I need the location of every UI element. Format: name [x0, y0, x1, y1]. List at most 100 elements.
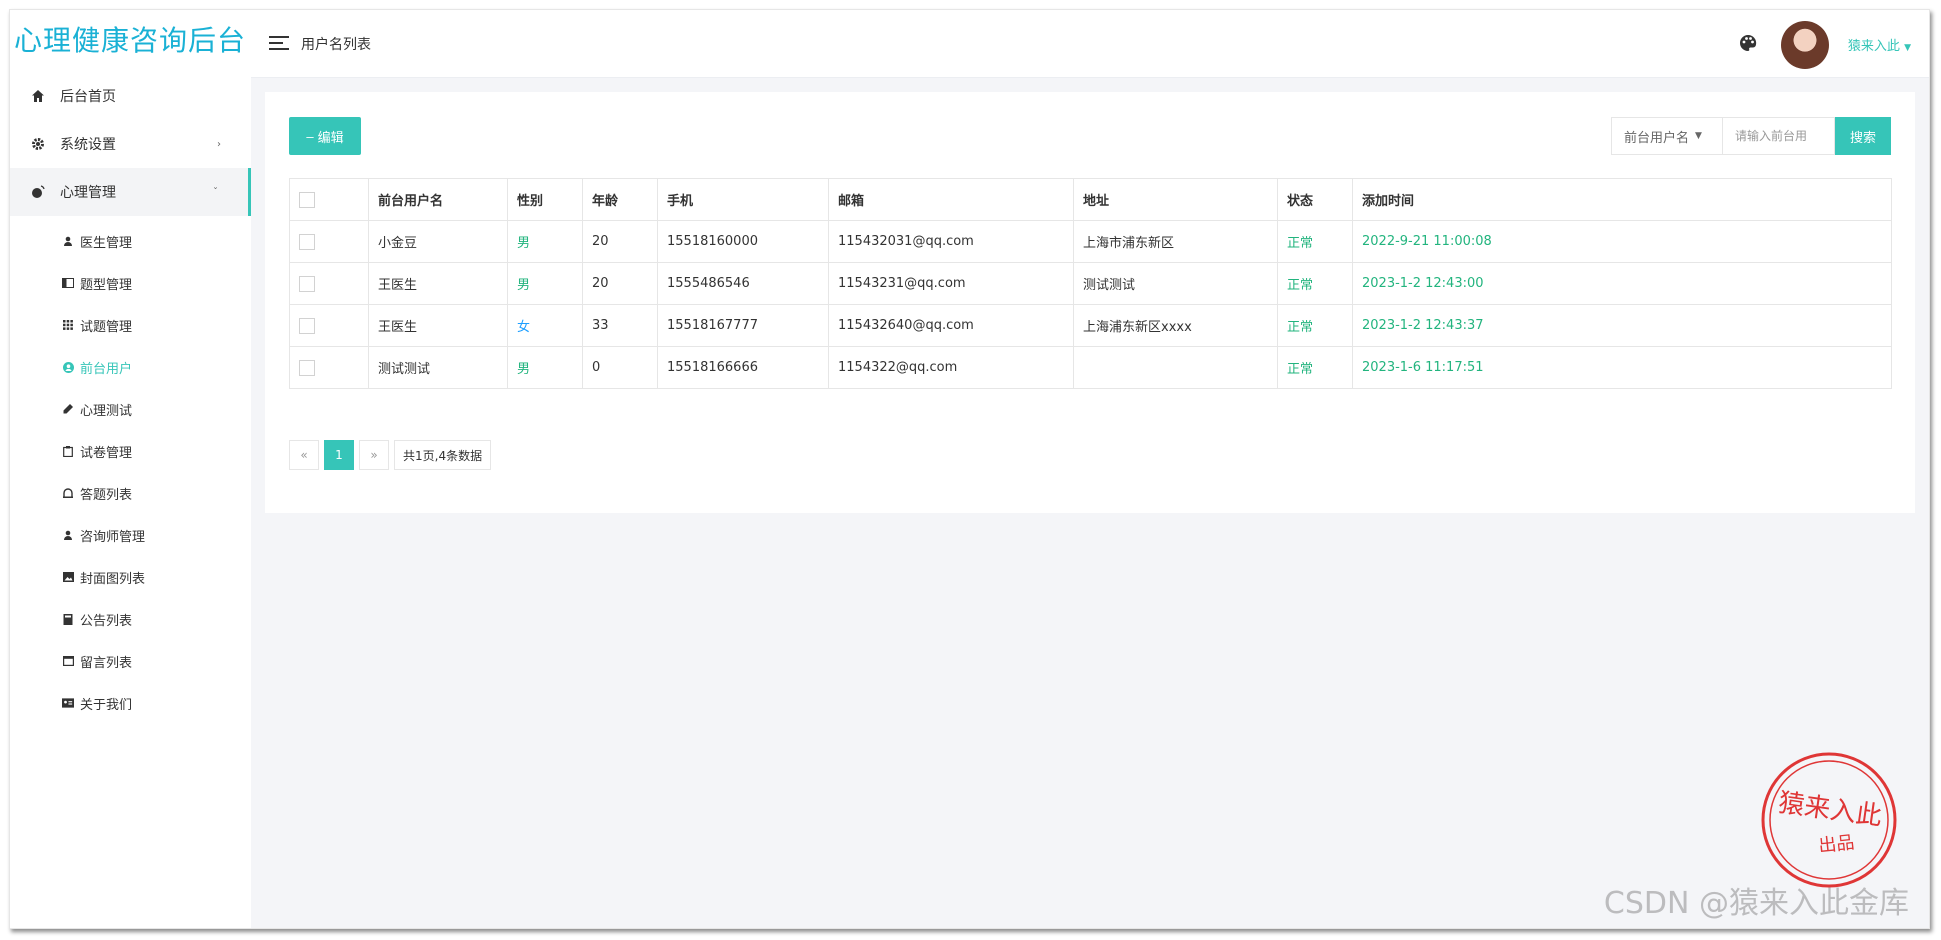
sidebar-item-label: 公告列表 — [80, 613, 133, 629]
sidebar-item-papers[interactable]: 试卷管理 — [10, 430, 251, 472]
table-row[interactable]: 小金豆 男 20 15518160000 115432031@qq.com 上海… — [289, 220, 1892, 263]
edit-button-label: 编辑 — [317, 129, 344, 145]
sidebar-item-settings[interactable]: 系统设置 › — [10, 120, 251, 168]
row-checkbox[interactable] — [299, 317, 315, 334]
column-header[interactable]: 性别 — [507, 178, 583, 221]
cell-username: 王医生 — [368, 262, 508, 305]
row-select-cell — [289, 220, 369, 263]
sidebar-item-messages[interactable]: 留言列表 — [10, 640, 251, 682]
next-page-button[interactable]: » — [359, 440, 389, 470]
user-name: 猿来入此 — [1847, 39, 1900, 54]
sidebar-item-label: 心理测试 — [80, 403, 133, 419]
sidebar-item-label: 医生管理 — [80, 235, 133, 251]
cell-gender: 男 — [507, 346, 583, 389]
sidebar-item-psych-tests[interactable]: 心理测试 — [10, 388, 251, 430]
edit-button[interactable]: – 编辑 — [289, 117, 361, 155]
palette-icon[interactable] — [1739, 34, 1759, 54]
column-header[interactable]: 地址 — [1073, 178, 1278, 221]
sidebar-item-answers[interactable]: 答题列表 — [10, 472, 251, 514]
cell-status: 正常 — [1277, 304, 1353, 347]
search-field-select[interactable]: 前台用户名 ▼ — [1611, 117, 1723, 155]
cell-username: 测试测试 — [368, 346, 508, 389]
notebook-icon — [62, 613, 74, 625]
cell-gender: 男 — [507, 220, 583, 263]
prev-page-button[interactable]: « — [289, 440, 319, 470]
sidebar-item-notices[interactable]: 公告列表 — [10, 598, 251, 640]
search-bar: 前台用户名 ▼ 搜索 — [1611, 117, 1891, 155]
cell-phone: 15518167777 — [657, 304, 829, 347]
row-checkbox[interactable] — [299, 359, 315, 376]
cell-email: 115432031@qq.com — [828, 220, 1074, 263]
cell-added-time: 2023-1-2 12:43:00 — [1352, 262, 1892, 305]
bell-icon — [62, 487, 74, 499]
sidebar-item-label: 答题列表 — [80, 487, 133, 503]
sidebar-item-label: 心理管理 — [60, 185, 116, 201]
menu-toggle-icon[interactable] — [269, 36, 289, 52]
brand-title: 心理健康咨询后台 — [14, 24, 247, 57]
cell-address — [1073, 346, 1278, 389]
gear-icon — [30, 136, 46, 152]
cell-age: 20 — [582, 262, 658, 305]
column-header[interactable]: 状态 — [1277, 178, 1353, 221]
column-header[interactable]: 手机 — [657, 178, 829, 221]
app-window: 心理健康咨询后台 后台首页 系统设置 › 心理管理 ˇ 医生管理 题型管理 试题… — [9, 9, 1930, 929]
cell-added-time: 2022-9-21 11:00:08 — [1352, 220, 1892, 263]
sidebar-item-covers[interactable]: 封面图列表 — [10, 556, 251, 598]
cell-username: 王医生 — [368, 304, 508, 347]
row-checkbox[interactable] — [299, 233, 315, 250]
cell-status: 正常 — [1277, 262, 1353, 305]
page-button-current[interactable]: 1 — [324, 440, 354, 470]
column-header[interactable]: 年龄 — [582, 178, 658, 221]
search-field-label: 前台用户名 — [1624, 130, 1690, 146]
sidebar-item-counselors[interactable]: 咨询师管理 — [10, 514, 251, 556]
search-button[interactable]: 搜索 — [1835, 117, 1891, 155]
id-card-icon — [62, 697, 74, 709]
sidebar-item-label: 后台首页 — [60, 89, 116, 105]
cell-gender: 女 — [507, 304, 583, 347]
column-header[interactable]: 邮箱 — [828, 178, 1074, 221]
sidebar: 心理健康咨询后台 后台首页 系统设置 › 心理管理 ˇ 医生管理 题型管理 试题… — [10, 10, 251, 928]
globe-icon — [30, 184, 46, 200]
sidebar-item-question-types[interactable]: 题型管理 — [10, 262, 251, 304]
sidebar-item-psychology[interactable]: 心理管理 ˇ — [10, 168, 251, 216]
cell-phone: 15518160000 — [657, 220, 829, 263]
cell-email: 11543231@qq.com — [828, 262, 1074, 305]
table-row[interactable]: 王医生 女 33 15518167777 115432640@qq.com 上海… — [289, 304, 1892, 347]
cell-added-time: 2023-1-2 12:43:37 — [1352, 304, 1892, 347]
clipboard-icon — [62, 445, 74, 457]
cell-address: 上海浦东新区xxxx — [1073, 304, 1278, 347]
search-input[interactable] — [1723, 117, 1835, 155]
table-row[interactable]: 测试测试 男 0 15518166666 1154322@qq.com 正常 2… — [289, 346, 1892, 389]
user-circle-icon — [62, 361, 74, 373]
sidebar-item-label: 试卷管理 — [80, 445, 133, 461]
row-checkbox[interactable] — [299, 275, 315, 292]
sidebar-item-questions[interactable]: 试题管理 — [10, 304, 251, 346]
sidebar-item-label: 关于我们 — [80, 697, 133, 713]
column-header[interactable]: 前台用户名 — [368, 178, 508, 221]
sidebar-item-doctors[interactable]: 医生管理 — [10, 220, 251, 262]
sidebar-item-about[interactable]: 关于我们 — [10, 682, 251, 724]
sidebar-item-label: 留言列表 — [80, 655, 133, 671]
sidebar-item-frontend-users[interactable]: 前台用户 — [10, 346, 251, 388]
sidebar-item-label: 题型管理 — [80, 277, 133, 293]
pagination-info: 共1页,4条数据 — [394, 440, 492, 470]
cell-phone: 15518166666 — [657, 346, 829, 389]
pencil-icon — [62, 403, 74, 415]
chevron-down-icon: ˇ — [213, 186, 218, 198]
minus-icon: – — [306, 128, 314, 144]
cell-age: 0 — [582, 346, 658, 389]
sidebar-item-label: 咨询师管理 — [80, 529, 146, 545]
grid-icon — [62, 319, 74, 331]
content-card: –编辑 前台用户名 ▼ 搜索 前台用户名 性别 年龄 手机 邮箱 地址 状态 添加… — [265, 92, 1915, 513]
user-menu[interactable]: 猿来入此 ▼ — [1848, 35, 1911, 54]
sidebar-item-home[interactable]: 后台首页 — [10, 72, 251, 120]
window-icon — [62, 655, 74, 667]
avatar[interactable] — [1781, 21, 1829, 69]
select-all-checkbox[interactable] — [299, 191, 315, 208]
cell-username: 小金豆 — [368, 220, 508, 263]
table-row[interactable]: 王医生 男 20 1555486546 11543231@qq.com 测试测试… — [289, 262, 1892, 305]
user-icon — [62, 235, 74, 247]
caret-down-icon: ▼ — [1695, 131, 1702, 141]
sidebar-item-label: 系统设置 — [60, 137, 116, 153]
column-header[interactable]: 添加时间 — [1352, 178, 1892, 221]
